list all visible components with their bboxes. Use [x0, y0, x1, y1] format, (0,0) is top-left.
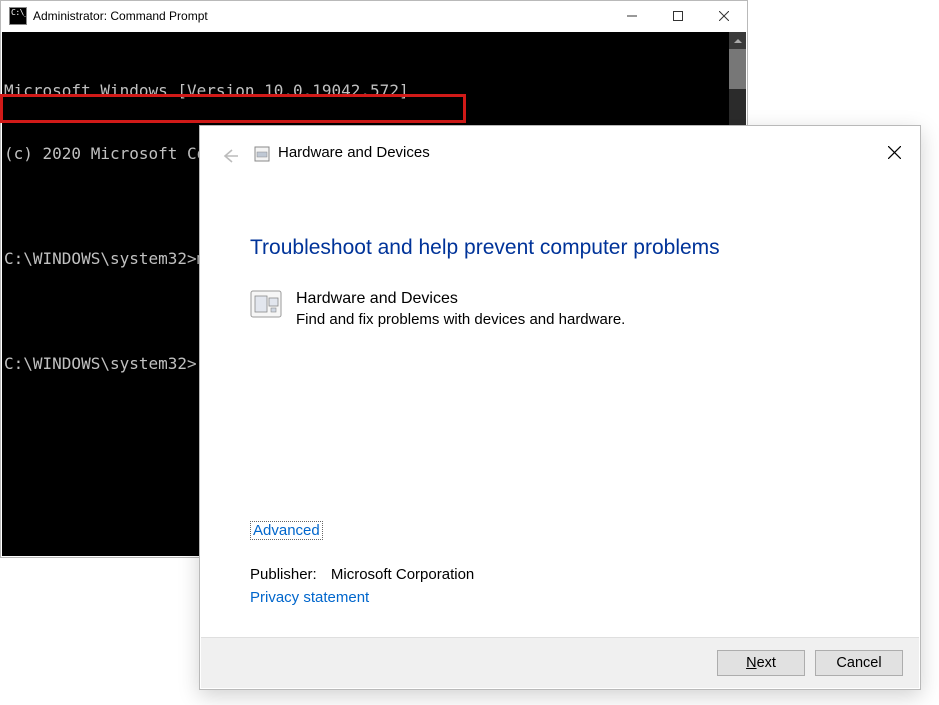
hardware-devices-icon — [250, 288, 282, 320]
cmd-icon — [9, 7, 27, 25]
cmd-line: Microsoft Windows [Version 10.0.19042.57… — [4, 80, 505, 101]
troubleshooter-lower: Advanced Publisher: Microsoft Corporatio… — [250, 521, 870, 606]
cancel-button[interactable]: Cancel — [815, 650, 903, 676]
command-prompt-title: Administrator: Command Prompt — [33, 9, 208, 23]
maximize-button[interactable] — [655, 1, 701, 31]
publisher-value: Microsoft Corporation — [331, 566, 474, 583]
close-button[interactable] — [880, 138, 908, 166]
troubleshooter-icon — [254, 146, 270, 162]
scroll-up-button[interactable] — [729, 32, 746, 49]
troubleshooter-item-title: Hardware and Devices — [296, 288, 625, 310]
advanced-link[interactable]: Advanced — [250, 521, 323, 540]
close-button[interactable] — [701, 1, 747, 31]
minimize-button[interactable] — [609, 1, 655, 31]
back-button[interactable] — [218, 144, 242, 168]
troubleshooter-heading: Troubleshoot and help prevent computer p… — [250, 236, 870, 260]
publisher-label: Publisher: — [250, 566, 317, 583]
troubleshooter-footer: Next Cancel — [201, 637, 919, 688]
troubleshooter-item-description: Find and fix problems with devices and h… — [296, 310, 625, 330]
troubleshooter-body: Troubleshoot and help prevent computer p… — [250, 236, 870, 330]
command-prompt-titlebar[interactable]: Administrator: Command Prompt — [1, 1, 747, 31]
scroll-thumb[interactable] — [729, 49, 746, 89]
troubleshooter-title: Hardware and Devices — [278, 144, 430, 161]
troubleshooter-header: Hardware and Devices — [200, 126, 920, 182]
next-button[interactable]: Next — [717, 650, 805, 676]
troubleshooter-window: Hardware and Devices Troubleshoot and he… — [199, 125, 921, 690]
privacy-statement-link[interactable]: Privacy statement — [250, 589, 870, 606]
troubleshooter-item: Hardware and Devices Find and fix proble… — [250, 288, 870, 330]
